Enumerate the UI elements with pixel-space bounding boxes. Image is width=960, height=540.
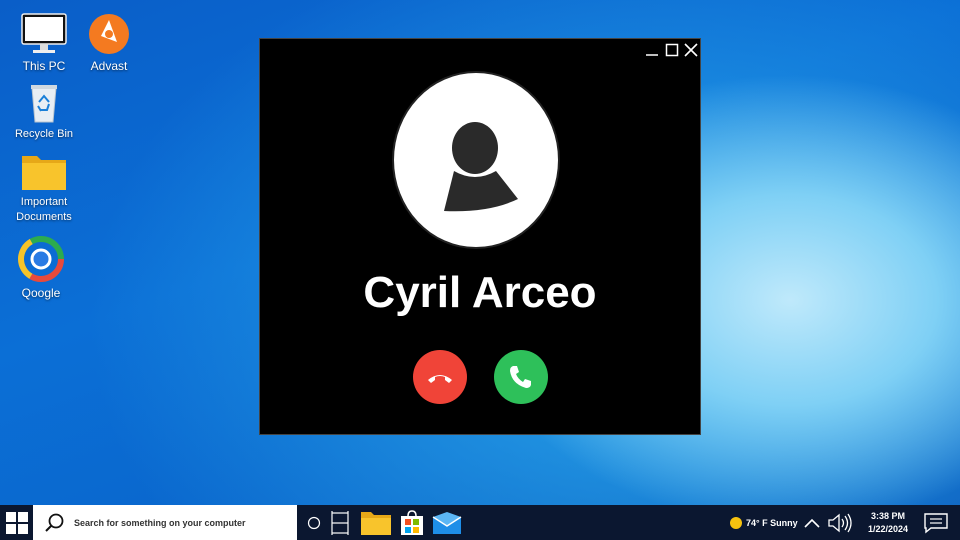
minimize-icon	[646, 54, 658, 56]
speaker-icon	[828, 513, 852, 532]
clock-date: 1/22/2024	[867, 524, 909, 534]
clock-time: 3:38 PM	[870, 511, 905, 521]
caller-name: Cyril Arceo	[363, 268, 597, 317]
weather-widget[interactable]: 74° F Sunny	[730, 505, 802, 540]
advast-icon	[89, 14, 129, 54]
mail-icon	[432, 511, 462, 534]
task-view-circle-button[interactable]	[305, 505, 323, 540]
minimize-button[interactable]	[644, 43, 660, 57]
weather-text: 74° F Sunny	[746, 517, 798, 528]
volume-button[interactable]	[826, 505, 854, 540]
mail-button[interactable]	[431, 505, 463, 540]
store-icon	[401, 509, 423, 535]
desktop-icon-label: Advast	[90, 59, 128, 73]
notification-icon	[924, 512, 948, 533]
monitor-icon	[21, 13, 67, 53]
film-strip-icon	[331, 510, 349, 535]
start-button[interactable]	[0, 505, 33, 540]
circle-icon	[307, 516, 321, 529]
desktop-icon-label: Qoogle	[21, 286, 61, 300]
desktop-icon-label: Recycle Bin	[14, 128, 74, 140]
close-button[interactable]	[683, 43, 699, 57]
desktop-icon-label: This PC	[22, 59, 66, 73]
desktop-icon-label: Important Documents	[16, 196, 72, 223]
decline-call-button[interactable]	[413, 350, 467, 404]
store-button[interactable]	[399, 505, 425, 540]
task-view-button[interactable]	[328, 505, 352, 540]
desktop-icon-important-documents[interactable]: Important Documents	[9, 150, 79, 225]
close-icon	[684, 43, 698, 57]
incoming-call-window: Cyril Arceo	[259, 38, 701, 435]
clock[interactable]: 3:38 PM 1/22/2024	[862, 510, 914, 536]
sun-icon	[730, 516, 742, 529]
notifications-button[interactable]	[922, 505, 950, 540]
browser-icon	[18, 236, 64, 282]
windows-logo-icon	[5, 511, 28, 534]
maximize-icon	[665, 43, 679, 57]
taskbar-search-box[interactable]: Search for something on your computer	[33, 505, 297, 540]
recycle-bin-icon	[31, 85, 57, 123]
file-explorer-button[interactable]	[359, 505, 393, 540]
hang-up-icon	[428, 375, 452, 383]
folder-icon	[361, 511, 391, 535]
folder-icon	[22, 156, 66, 190]
search-placeholder: Search for something on your computer	[74, 517, 246, 528]
phone-icon	[510, 366, 531, 388]
taskbar: Search for something on your computer 74…	[0, 505, 960, 540]
desktop-icon-advast[interactable]: Advast	[74, 12, 144, 74]
show-hidden-icons-button[interactable]	[803, 505, 821, 540]
maximize-button[interactable]	[664, 43, 680, 57]
desktop-icon-qoogle[interactable]: Qoogle	[6, 235, 76, 301]
chevron-up-icon	[804, 518, 820, 528]
desktop-icon-recycle-bin[interactable]: Recycle Bin	[9, 82, 79, 142]
caller-avatar	[392, 71, 560, 249]
search-icon	[45, 513, 64, 532]
desktop-icon-this-pc[interactable]: This PC	[9, 12, 79, 74]
accept-call-button[interactable]	[494, 350, 548, 404]
person-icon	[444, 122, 518, 212]
